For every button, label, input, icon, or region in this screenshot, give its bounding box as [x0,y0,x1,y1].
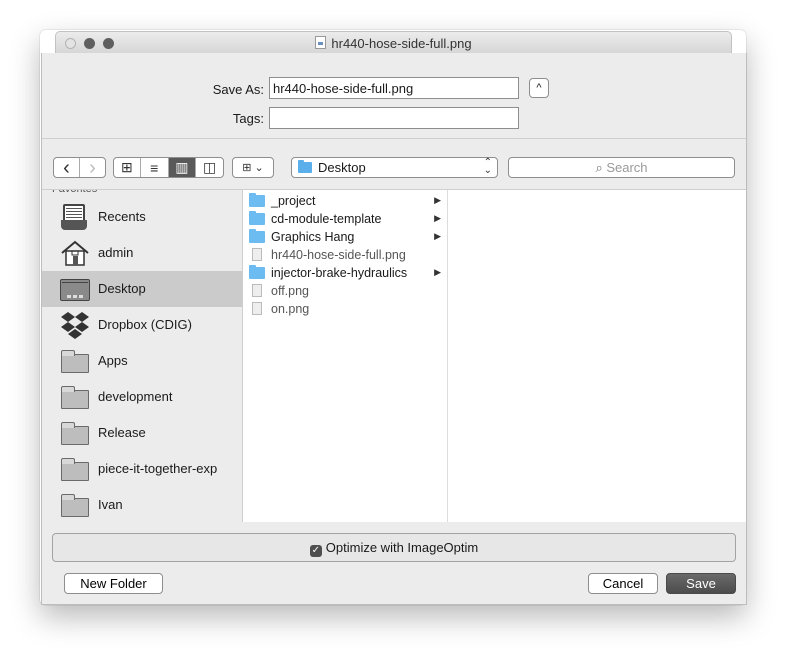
item-name: hr440-hose-side-full.png [271,248,406,262]
folder-icon [60,420,90,446]
list-item[interactable]: injector-brake-hydraulics ▶ [243,264,447,282]
item-name: on.png [271,302,310,316]
chevron-up-icon: ^ [536,82,542,94]
options-panel: ✓ Optimize with ImageOptim [52,533,736,562]
up-down-arrows-icon: ⌃ ⌄ [483,157,492,176]
checkmark-icon: ✓ [311,545,320,556]
folder-icon [60,384,90,410]
cover-flow-icon: ◫ [203,159,217,175]
sidebar-section-header: Favorites [52,190,97,195]
folder-icon [60,492,90,518]
item-name: _project [271,194,316,208]
file-browser: Favorites Recents admin [42,189,746,522]
cover-flow-view-button[interactable]: ◫ [196,158,223,177]
recents-icon [60,204,90,230]
sidebar-item-dropbox[interactable]: Dropbox (CDIG) [42,307,242,343]
new-folder-button[interactable]: New Folder [64,573,163,594]
view-mode-segmented-control: ⊞ ≡ ▥ ◫ [113,157,224,178]
folder-icon [249,193,265,207]
sidebar-item-label: piece-it-together-exp [98,461,218,476]
folder-icon [249,229,265,243]
sidebar-item-development[interactable]: development [42,379,242,415]
window-title-text: hr440-hose-side-full.png [331,36,472,51]
folder-icon [249,211,265,225]
search-placeholder: Search [606,160,648,175]
item-name: cd-module-template [271,212,382,226]
optimize-label[interactable]: Optimize with ImageOptim [326,540,478,555]
save-dialog: Save As: ^ Tags: ‹ › ⊞ ≡ ▥ ◫ ⊞ ⌄ Desktop… [41,53,747,605]
list-item[interactable]: on.png [243,300,447,318]
list-view-button[interactable]: ≡ [141,158,169,177]
dropbox-icon [60,312,90,339]
forward-button[interactable]: › [80,158,105,177]
sidebar-item-label: Recents [98,209,146,224]
tags-label: Tags: [232,111,264,126]
grid-icon: ⊞ [121,159,133,175]
list-icon: ≡ [150,159,159,176]
sidebar-item-label: Ivan [98,497,123,512]
expand-dialog-button[interactable]: ^ [529,78,549,98]
sidebar: Favorites Recents admin [42,190,243,522]
location-label: Desktop [318,160,366,175]
item-name: Graphics Hang [271,230,355,244]
list-item[interactable]: _project ▶ [243,192,447,210]
chevron-right-icon: › [89,157,96,178]
divider [42,138,746,139]
sidebar-item-label: Desktop [98,281,146,296]
folder-icon [298,160,312,173]
folder-icon [60,456,90,482]
image-file-icon [252,284,262,297]
list-item[interactable]: Graphics Hang ▶ [243,228,447,246]
image-file-icon [252,248,262,261]
image-file-icon [252,302,262,315]
sidebar-item-desktop[interactable]: Desktop [42,271,242,307]
item-name: injector-brake-hydraulics [271,266,408,280]
sidebar-item-apps[interactable]: Apps [42,343,242,379]
cancel-button[interactable]: Cancel [588,573,658,594]
sidebar-item-recents[interactable]: Recents [42,199,242,235]
file-column: _project ▶ cd-module-template ▶ Graphics… [243,190,448,522]
column-view-button[interactable]: ▥ [168,158,197,177]
columns-icon: ▥ [175,159,189,175]
sidebar-item-label: development [98,389,173,404]
item-name: off.png [271,284,310,298]
search-field[interactable]: ⌕ Search [508,157,735,178]
folder-icon [60,348,90,374]
save-as-input[interactable] [269,77,519,99]
sidebar-item-label: Apps [98,353,128,368]
sidebar-item-admin[interactable]: admin [42,235,242,271]
list-item[interactable]: hr440-hose-side-full.png [243,246,447,264]
arrange-button[interactable]: ⊞ ⌄ [232,157,274,178]
disclosure-arrow-icon: ▶ [434,231,441,241]
list-item[interactable]: off.png [243,282,447,300]
optimize-checkbox[interactable]: ✓ [309,545,322,557]
disclosure-arrow-icon: ▶ [434,267,441,277]
location-popup[interactable]: Desktop ⌃ ⌄ [291,157,498,178]
disclosure-arrow-icon: ▶ [434,195,441,205]
home-icon [60,240,90,266]
icon-view-button[interactable]: ⊞ [114,158,141,177]
chevron-left-icon: ‹ [63,157,70,178]
desktop-icon [60,276,90,302]
sidebar-item-label: Dropbox (CDIG) [98,317,192,332]
back-button[interactable]: ‹ [54,158,80,177]
sidebar-item-piece-it-together-exp[interactable]: piece-it-together-exp [42,451,242,487]
navigation-buttons: ‹ › [53,157,106,178]
disclosure-arrow-icon: ▶ [434,213,441,223]
sidebar-item-label: Release [98,425,146,440]
folder-icon [249,265,265,279]
tags-input[interactable] [269,107,519,129]
search-icon: ⌕ [595,160,603,175]
sidebar-item-release[interactable]: Release [42,415,242,451]
png-file-icon [315,36,327,49]
window-title: hr440-hose-side-full.png [56,36,731,51]
arrange-icon: ⊞ ⌄ [242,162,264,174]
sidebar-item-label: admin [98,245,134,260]
sidebar-item-ivan[interactable]: Ivan [42,487,242,522]
list-item[interactable]: cd-module-template ▶ [243,210,447,228]
save-button[interactable]: Save [666,573,736,594]
title-bar[interactable]: hr440-hose-side-full.png [55,31,732,55]
save-as-label: Save As: [212,82,264,97]
